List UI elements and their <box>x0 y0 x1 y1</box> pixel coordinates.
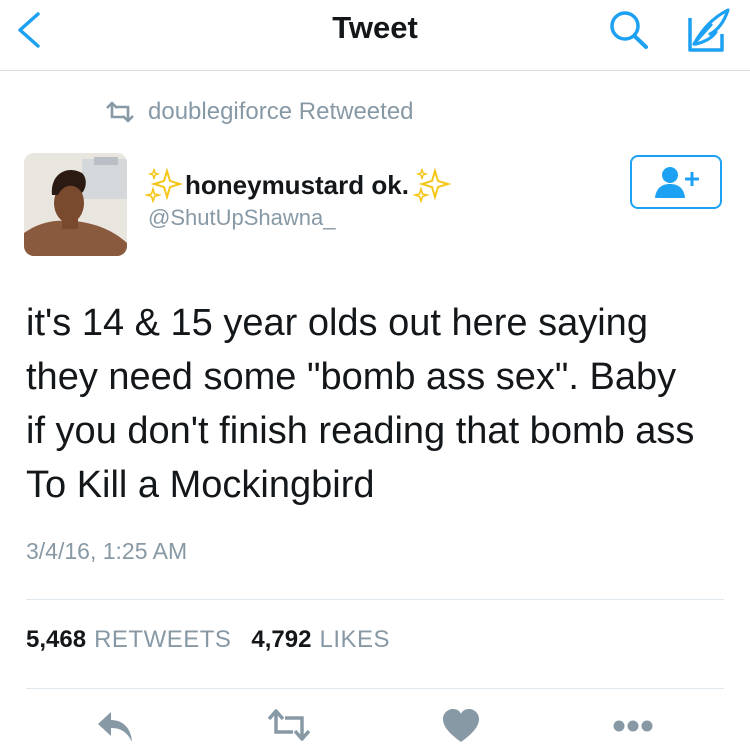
retweet-context-text: doublegiforce Retweeted <box>148 98 414 125</box>
tweet-text-line: it's 14 & 15 year olds out here saying <box>26 302 648 344</box>
divider <box>26 599 724 600</box>
add-user-icon <box>655 167 699 198</box>
follow-button[interactable] <box>630 155 722 209</box>
tweet-text-line: if you don't finish reading that bomb as… <box>26 410 695 452</box>
more-button[interactable] <box>608 708 658 748</box>
more-dots-icon <box>613 720 653 732</box>
sparkles-icon <box>145 167 183 203</box>
heart-icon <box>443 709 479 742</box>
back-button[interactable] <box>8 8 52 52</box>
chevron-left-icon <box>18 12 40 48</box>
search-button[interactable] <box>606 6 654 54</box>
like-button[interactable] <box>436 708 486 748</box>
search-icon <box>610 11 648 49</box>
avatar[interactable] <box>24 153 127 256</box>
compose-button[interactable] <box>676 4 732 58</box>
likes-count[interactable]: 4,792 <box>251 626 311 654</box>
sparkles-icon <box>412 167 451 203</box>
retweet-icon <box>106 101 134 123</box>
author-display-name: honeymustard ok. <box>185 169 409 200</box>
avatar-image <box>24 153 127 256</box>
reply-button[interactable] <box>90 708 140 748</box>
author-handle[interactable]: @ShutUpShawna_ <box>148 205 335 231</box>
likes-label[interactable]: LIKES <box>319 626 390 654</box>
tweet-text-line: To Kill a Mockingbird <box>26 464 375 506</box>
nav-bar: Tweet <box>0 0 750 71</box>
retweets-count[interactable]: 5,468 <box>26 626 86 654</box>
retweet-icon <box>267 709 311 741</box>
reply-icon <box>98 712 132 742</box>
tweet-text-line: they need some "bomb ass sex". Baby <box>26 356 677 398</box>
tweet-stats: 5,468 RETWEETS 4,792 LIKES <box>26 626 410 654</box>
author-name-line[interactable]: honeymustard ok. <box>145 167 451 203</box>
retweets-label[interactable]: RETWEETS <box>94 626 231 654</box>
tweet-text: it's 14 & 15 year olds out here saying t… <box>26 296 736 512</box>
compose-feather-icon <box>688 8 730 52</box>
retweet-context[interactable]: doublegiforce Retweeted <box>104 95 414 129</box>
retweet-button[interactable] <box>264 708 314 748</box>
divider <box>26 688 724 689</box>
tweet-timestamp: 3/4/16, 1:25 AM <box>26 538 188 564</box>
